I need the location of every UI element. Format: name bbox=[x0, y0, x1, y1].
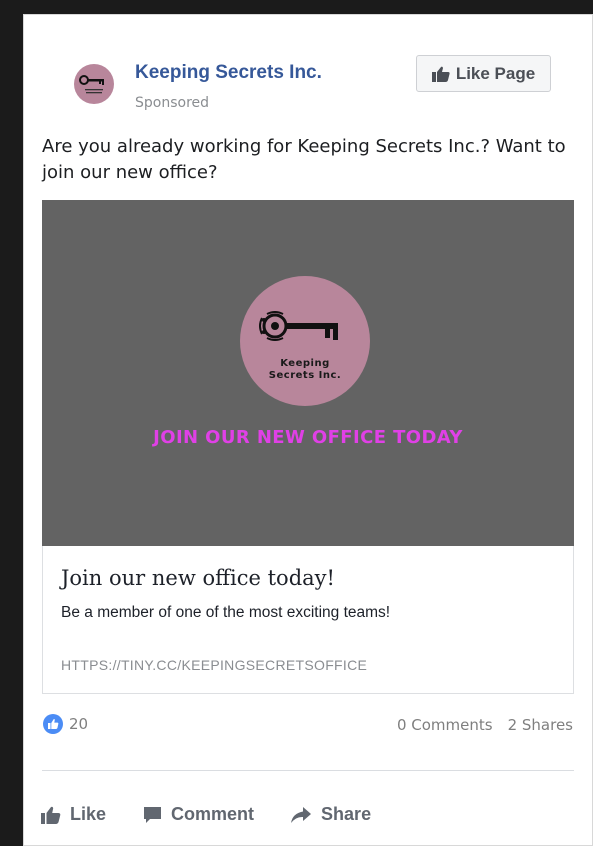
key-logo-icon bbox=[79, 75, 104, 94]
comments-count[interactable]: 0 Comments bbox=[397, 716, 493, 734]
link-url[interactable]: HTTPS://TINY.CC/KEEPINGSECRETSOFFICE bbox=[61, 657, 367, 673]
divider bbox=[42, 770, 574, 771]
logo-text-line1: Keeping bbox=[280, 358, 330, 369]
reaction-count: 20 bbox=[69, 715, 89, 733]
share-arrow-icon bbox=[291, 806, 312, 823]
like-icon bbox=[43, 714, 63, 734]
page-name-link[interactable]: Keeping Secrets Inc. bbox=[135, 62, 322, 84]
comment-icon bbox=[144, 806, 162, 823]
post-text: Are you already working for Keeping Secr… bbox=[42, 136, 566, 183]
like-label: Like bbox=[70, 804, 107, 824]
like-page-button[interactable]: Like Page bbox=[416, 55, 551, 92]
action-bar: Like Comment Share bbox=[41, 804, 371, 825]
reactions-summary[interactable]: 20 bbox=[43, 714, 88, 734]
ad-tagline: JOIN OUR NEW OFFICE TODAY bbox=[153, 427, 463, 448]
thumbs-up-icon bbox=[431, 66, 450, 82]
link-description: Be a member of one of the most exciting … bbox=[61, 604, 391, 621]
shares-count[interactable]: 2 Shares bbox=[508, 716, 573, 734]
page-avatar[interactable] bbox=[74, 64, 114, 104]
share-button[interactable]: Share bbox=[290, 804, 371, 825]
share-label: Share bbox=[321, 804, 372, 824]
link-title[interactable]: Join our new office today! bbox=[61, 566, 335, 590]
comment-button[interactable]: Comment bbox=[143, 804, 254, 825]
ad-logo: Keeping Secrets Inc. bbox=[240, 276, 370, 406]
like-button[interactable]: Like bbox=[41, 804, 106, 825]
link-preview[interactable]: Join our new office today! Be a member o… bbox=[42, 546, 574, 694]
ad-image[interactable]: Keeping Secrets Inc. JOIN OUR NEW OFFICE… bbox=[42, 200, 574, 546]
ornate-key-icon bbox=[259, 311, 338, 341]
thumbs-up-icon bbox=[41, 806, 61, 824]
sponsored-post-card: Keeping Secrets Inc. Sponsored Like Page… bbox=[23, 14, 593, 846]
engagement-counts: 0 Comments 2 Shares bbox=[397, 716, 573, 734]
logo-text-line2: Secrets Inc. bbox=[268, 370, 342, 381]
sponsored-label: Sponsored bbox=[135, 95, 210, 111]
comment-label: Comment bbox=[171, 804, 255, 824]
like-page-label: Like Page bbox=[455, 63, 536, 83]
